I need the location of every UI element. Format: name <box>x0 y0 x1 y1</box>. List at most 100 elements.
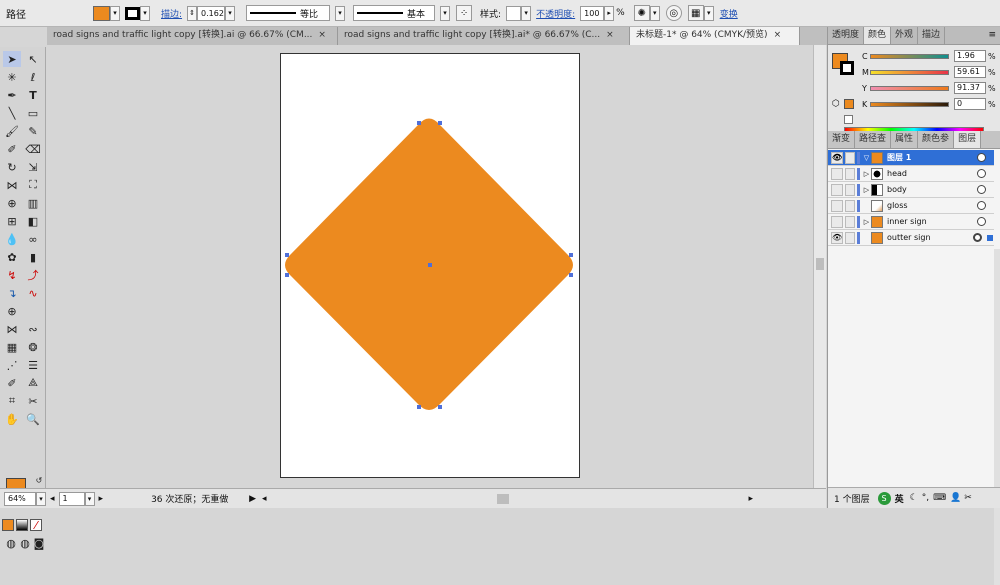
scroll-right-icon[interactable]: ▸ <box>749 494 754 504</box>
layers-panel-tabs: 渐变 路径查 属性 颜色参 图层 <box>828 131 1000 149</box>
cyan-slider[interactable] <box>870 53 949 59</box>
target-icon[interactable] <box>977 217 986 226</box>
panel-menu-icon[interactable]: ≡ <box>988 27 1000 44</box>
prev-artboard-icon[interactable]: ◂ <box>50 494 55 504</box>
lock-toggle[interactable] <box>845 215 855 228</box>
selection-indicator[interactable] <box>987 234 993 241</box>
tab-transparency[interactable]: 透明度 <box>828 27 865 44</box>
anchor-point[interactable] <box>438 405 442 409</box>
eye-icon[interactable] <box>831 167 843 180</box>
unit: % <box>988 67 996 77</box>
artboard-number-field[interactable]: 1 <box>58 491 85 506</box>
layer-row-gloss[interactable]: gloss <box>828 198 994 214</box>
target-icon[interactable] <box>977 201 986 210</box>
status-bar: 64% ▾ ◂ 1 ▾ ▸ 36 次还原；无重做 ▶ ◂ ▸ <box>0 488 826 508</box>
lock-toggle[interactable] <box>845 199 855 212</box>
layer-thumbnail <box>871 215 883 228</box>
anchor-point[interactable] <box>285 273 289 277</box>
layer-row-layer-1[interactable]: 👁 ▽ 图层 1 <box>828 150 994 166</box>
layer-name[interactable]: 图层 1 <box>887 152 911 163</box>
anchor-point[interactable] <box>285 253 289 257</box>
eye-icon[interactable] <box>831 215 843 228</box>
layer-row-outter-sign[interactable]: 👁 outter sign <box>828 230 994 246</box>
lock-toggle[interactable] <box>845 151 855 164</box>
cube-icon: ⬡ <box>832 99 840 109</box>
unit: % <box>988 83 996 93</box>
target-icon[interactable] <box>977 185 986 194</box>
next-artboard-icon[interactable]: ▸ <box>99 494 104 504</box>
keyboard-icon[interactable]: ⌨ <box>933 493 946 503</box>
chevron-down-icon[interactable]: ▾ <box>84 491 95 506</box>
layer-name[interactable]: body <box>887 185 907 194</box>
expand-triangle-icon[interactable]: ▷ <box>862 218 871 226</box>
center-point[interactable] <box>428 263 432 267</box>
lock-toggle[interactable] <box>845 167 855 180</box>
eye-icon[interactable] <box>831 183 843 196</box>
anchor-point[interactable] <box>417 405 421 409</box>
magenta-input[interactable]: 59.61 <box>954 66 986 78</box>
screen-mode-icon[interactable]: ◙ <box>30 535 48 551</box>
cyan-input[interactable]: 1.96 <box>954 50 986 62</box>
stroke-color-box[interactable] <box>840 61 854 75</box>
anchor-point[interactable] <box>569 253 573 257</box>
expand-triangle-icon[interactable]: ▷ <box>862 186 871 194</box>
scroll-left-icon[interactable]: ◂ <box>262 494 267 504</box>
chevron-down-icon[interactable]: ▾ <box>36 491 46 506</box>
target-icon[interactable] <box>977 169 986 178</box>
black-input[interactable]: 0 <box>954 98 986 110</box>
layer-name[interactable]: outter sign <box>887 233 931 242</box>
eye-icon[interactable]: 👁 <box>831 151 843 164</box>
tab-pathfinder[interactable]: 路径查 <box>855 131 892 148</box>
target-icon[interactable] <box>973 233 982 242</box>
magenta-slider[interactable] <box>870 69 949 75</box>
yellow-slider[interactable] <box>870 85 949 91</box>
tab-attributes[interactable]: 属性 <box>891 131 919 148</box>
eye-icon[interactable]: 👁 <box>831 231 843 244</box>
status-menu-icon[interactable]: ▶ <box>249 494 256 504</box>
scroll-thumb[interactable] <box>496 493 509 504</box>
layer-name[interactable]: gloss <box>887 201 908 210</box>
anchor-point[interactable] <box>417 121 421 125</box>
layer-color-bar <box>857 183 860 196</box>
none-swatch[interactable] <box>844 115 853 124</box>
black-row: K 0 % <box>862 98 996 110</box>
tab-stroke[interactable]: 描边 <box>918 27 946 44</box>
tab-color-guide[interactable]: 颜色参 <box>918 131 955 148</box>
punctuation-icon[interactable]: °, <box>922 493 929 503</box>
layer-row-inner-sign[interactable]: ▷ inner sign <box>828 214 994 230</box>
tab-color[interactable]: 颜色 <box>864 27 892 44</box>
last-color-swatch[interactable] <box>844 99 854 109</box>
eye-icon[interactable] <box>831 199 843 212</box>
layer-thumbnail <box>871 183 883 196</box>
user-icon[interactable]: 👤 <box>950 493 961 503</box>
expand-triangle-icon[interactable]: ▽ <box>862 154 871 162</box>
layer-color-bar <box>857 199 860 212</box>
color-mode-icon[interactable] <box>2 519 14 531</box>
moon-icon[interactable]: ☾ <box>910 493 918 503</box>
scroll-thumb[interactable] <box>816 258 824 270</box>
black-slider[interactable] <box>870 101 949 107</box>
anchor-point[interactable] <box>438 121 442 125</box>
layer-row-body[interactable]: ▷ body <box>828 182 994 198</box>
layer-name[interactable]: head <box>887 169 907 178</box>
settings-icon[interactable]: ✂ <box>964 493 972 503</box>
unit: % <box>988 99 996 109</box>
ime-language[interactable]: 英 <box>895 492 904 505</box>
yellow-input[interactable]: 91.37 <box>954 82 986 94</box>
gradient-mode-icon[interactable] <box>16 519 28 531</box>
layer-name[interactable]: inner sign <box>887 217 927 226</box>
target-icon[interactable] <box>977 153 986 162</box>
tab-appearance[interactable]: 外观 <box>891 27 919 44</box>
expand-triangle-icon[interactable]: ▷ <box>862 170 871 178</box>
none-mode-icon[interactable]: ⁄ <box>30 519 42 532</box>
zoom-field[interactable]: 64% <box>4 491 36 506</box>
anchor-point[interactable] <box>569 273 573 277</box>
lock-toggle[interactable] <box>845 231 855 244</box>
tab-layers[interactable]: 图层 <box>954 131 982 148</box>
layer-row-head[interactable]: ▷ head <box>828 166 994 182</box>
vertical-scrollbar[interactable] <box>813 45 826 488</box>
layers-scrollbar[interactable] <box>994 249 1000 585</box>
ime-icon[interactable]: S <box>877 491 891 505</box>
lock-toggle[interactable] <box>845 183 855 196</box>
tab-gradient[interactable]: 渐变 <box>828 131 856 148</box>
